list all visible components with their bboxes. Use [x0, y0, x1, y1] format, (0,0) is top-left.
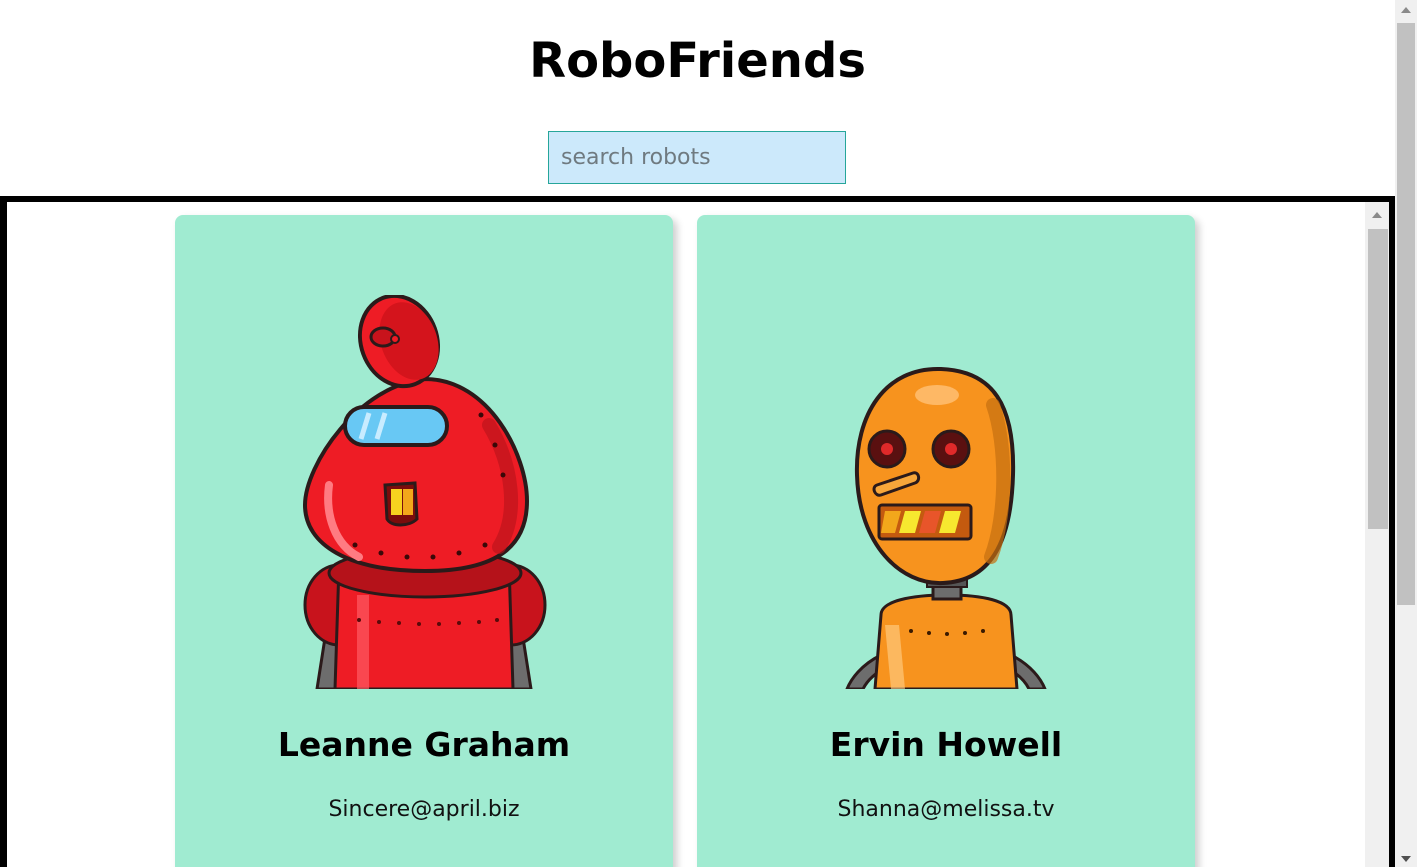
scroll-up-arrow-icon[interactable]	[1372, 212, 1382, 218]
search-input[interactable]	[548, 131, 846, 184]
scroll-down-arrow-icon[interactable]	[1401, 856, 1411, 862]
card-list-scroll-container[interactable]: Leanne Graham Sincere@april.biz Ervin Ho…	[0, 196, 1395, 867]
card-list-scrollbar[interactable]	[1365, 202, 1389, 867]
page-title: RoboFriends	[529, 33, 866, 89]
red-robot-avatar-icon	[302, 295, 547, 689]
robot-card: Leanne Graham Sincere@april.biz	[175, 215, 673, 867]
robot-email: Sincere@april.biz	[328, 797, 520, 822]
scrollbar-thumb[interactable]	[1397, 23, 1415, 605]
page-scrollbar[interactable]	[1395, 0, 1417, 867]
robot-name: Ervin Howell	[829, 725, 1063, 764]
scrollbar-thumb[interactable]	[1368, 229, 1388, 529]
robot-card: Ervin Howell Shanna@melissa.tv	[697, 215, 1195, 867]
robofriends-app: RoboFriends search robots Leanne Graham …	[0, 0, 1395, 867]
robot-name: Leanne Graham	[277, 725, 571, 764]
orange-robot-avatar-icon	[845, 366, 1047, 689]
robot-email: Shanna@melissa.tv	[837, 797, 1055, 822]
scroll-up-arrow-icon[interactable]	[1401, 7, 1411, 13]
